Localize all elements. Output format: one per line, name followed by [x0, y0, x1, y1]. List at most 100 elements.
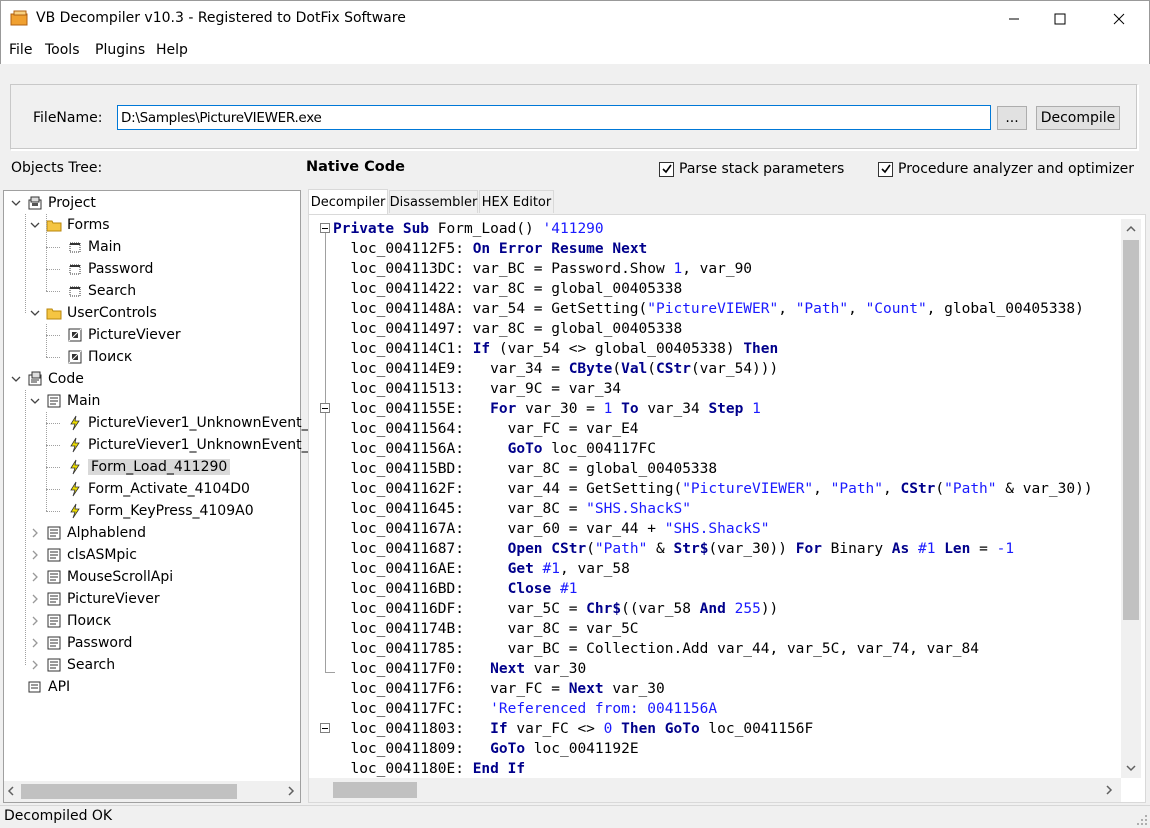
tree-item[interactable]: Main: [67, 236, 121, 258]
tree-item[interactable]: Password: [46, 632, 132, 654]
decompiled-code[interactable]: Private Sub Form_Load() '411290 loc_0041…: [333, 219, 1093, 779]
code-line[interactable]: loc_00411564: var_FC = var_E4: [333, 419, 1093, 439]
tree-item[interactable]: Form_Activate_4104D0: [67, 478, 250, 500]
code-line[interactable]: loc_00411513: var_9C = var_34: [333, 379, 1093, 399]
code-line[interactable]: loc_0041155E: For var_30 = 1 To var_34 S…: [333, 399, 1093, 419]
menu-file[interactable]: File: [9, 42, 32, 58]
code-vertical-scrollbar[interactable]: [1121, 219, 1141, 778]
code-line[interactable]: loc_004114E9: var_34 = CByte(Val(CStr(va…: [333, 359, 1093, 379]
menu-plugins[interactable]: Plugins: [95, 42, 145, 58]
tree-item[interactable]: Search: [67, 280, 136, 302]
chevron-right-icon[interactable]: [30, 638, 40, 648]
tree-item[interactable]: MouseScrollApi: [46, 566, 173, 588]
tree-item[interactable]: Alphablend: [46, 522, 146, 544]
form-icon: [67, 283, 83, 299]
tree-item[interactable]: Password: [67, 258, 153, 280]
filename-input[interactable]: [117, 105, 991, 130]
tree-connector: [46, 423, 60, 424]
tree-item[interactable]: Main: [46, 390, 100, 412]
code-vscroll-thumb[interactable]: [1123, 240, 1139, 620]
tree-item[interactable]: Поиск: [67, 346, 132, 368]
code-horizontal-scrollbar[interactable]: [309, 778, 1121, 802]
code-line[interactable]: loc_004117F0: Next var_30: [333, 659, 1093, 679]
code-line[interactable]: loc_00411809: GoTo loc_0041192E: [333, 739, 1093, 759]
procedure-analyzer-checkbox[interactable]: Procedure analyzer and optimizer: [878, 161, 1134, 177]
fold-collapse-icon[interactable]: [320, 403, 330, 413]
chevron-down-icon[interactable]: [11, 198, 21, 208]
chevron-down-icon[interactable]: [11, 374, 21, 384]
code-line[interactable]: loc_00411422: var_8C = global_00405338: [333, 279, 1093, 299]
objects-tree[interactable]: Project Forms Main Password Search UserContro…: [3, 190, 325, 803]
form-icon: [67, 239, 83, 255]
code-line[interactable]: loc_004112F5: On Error Resume Next: [333, 239, 1093, 259]
tree-item[interactable]: PictureViever: [46, 588, 160, 610]
code-line[interactable]: loc_0041174B: var_8C = var_5C: [333, 619, 1093, 639]
fold-collapse-icon[interactable]: [320, 223, 330, 233]
code-line[interactable]: loc_004116BD: Close #1: [333, 579, 1093, 599]
tree-item[interactable]: PictureViever1_UnknownEvent_A_: [67, 434, 325, 456]
tree-item[interactable]: API: [27, 676, 70, 698]
code-line[interactable]: loc_00411687: Open CStr("Path" & Str$(va…: [333, 539, 1093, 559]
minimize-button[interactable]: [991, 0, 1037, 38]
close-button[interactable]: [1096, 0, 1142, 38]
tree-connector: [46, 357, 60, 358]
code-line[interactable]: loc_0041162F: var_44 = GetSetting("Pictu…: [333, 479, 1092, 499]
chevron-right-icon[interactable]: [30, 572, 40, 582]
code-line[interactable]: loc_004117FC: 'Referenced from: 0041156A: [333, 699, 1093, 719]
tree-item[interactable]: Project: [27, 192, 96, 214]
tree-item[interactable]: PictureViever1_UnknownEvent_9_: [67, 412, 324, 434]
tree-item-label: Поиск: [88, 349, 133, 365]
menu-help[interactable]: Help: [156, 42, 188, 58]
maximize-button[interactable]: [1037, 0, 1083, 38]
code-line[interactable]: loc_0041148A: var_54 = GetSetting("Pictu…: [333, 299, 1093, 319]
parse-stack-checkbox[interactable]: Parse stack parameters: [659, 161, 844, 177]
browse-button[interactable]: ...: [997, 106, 1027, 130]
code-line[interactable]: loc_0041156A: GoTo loc_004117FC: [333, 439, 1093, 459]
code-line[interactable]: loc_004116DF: var_5C = Chr$((var_58 And …: [333, 599, 1093, 619]
tree-item[interactable]: clsASMpic: [46, 544, 137, 566]
fold-collapse-icon[interactable]: [320, 723, 330, 733]
chevron-down-icon[interactable]: [30, 220, 40, 230]
folder-icon: [46, 217, 62, 233]
tab-decompiler[interactable]: Decompiler: [308, 189, 388, 214]
code-line[interactable]: loc_004117F6: var_FC = Next var_30: [333, 679, 1093, 699]
menu-tools[interactable]: Tools: [45, 42, 80, 58]
chevron-right-icon[interactable]: [30, 660, 40, 670]
code-line[interactable]: loc_00411803: If var_FC <> 0 Then GoTo l…: [333, 719, 1093, 739]
tree-horizontal-scrollbar[interactable]: [4, 781, 300, 802]
code-line[interactable]: loc_00411785: var_BC = Collection.Add va…: [333, 639, 1093, 659]
tab-disassembler[interactable]: Disassembler: [389, 190, 478, 213]
tree-item[interactable]: UserControls: [46, 302, 157, 324]
resize-grip-icon[interactable]: [1136, 814, 1148, 826]
code-line[interactable]: loc_004116AE: Get #1, var_58: [333, 559, 1093, 579]
chevron-right-icon[interactable]: [30, 616, 40, 626]
scroll-down-icon: [1126, 765, 1136, 772]
chevron-right-icon[interactable]: [30, 594, 40, 604]
chevron-down-icon[interactable]: [30, 308, 40, 318]
tree-item[interactable]: Forms: [46, 214, 110, 236]
tree-item[interactable]: Code: [27, 368, 84, 390]
chevron-right-icon[interactable]: [30, 528, 40, 538]
tab-hex-editor[interactable]: HEX Editor: [479, 190, 554, 213]
decompile-button[interactable]: Decompile: [1036, 106, 1120, 130]
code-line[interactable]: loc_0041180E: End If: [333, 759, 1093, 779]
tree-item[interactable]: Form_Load_411290: [67, 456, 231, 478]
code-hscroll-thumb[interactable]: [333, 782, 417, 798]
chevron-down-icon[interactable]: [30, 396, 40, 406]
code-line[interactable]: loc_004115BD: var_8C = global_00405338: [333, 459, 1093, 479]
tree-connector: [25, 214, 26, 313]
tree-item[interactable]: Поиск: [46, 610, 111, 632]
chevron-right-icon[interactable]: [30, 550, 40, 560]
tree-item[interactable]: Search: [46, 654, 115, 676]
tree-item[interactable]: Form_KeyPress_4109A0: [67, 500, 254, 522]
code-line[interactable]: loc_00411645: var_8C = "SHS.ShackS": [333, 499, 1093, 519]
tree-item-label: Form_Load_411290: [88, 459, 231, 475]
code-line[interactable]: Private Sub Form_Load() '411290: [333, 219, 1093, 239]
tree-item[interactable]: PictureViever: [67, 324, 181, 346]
code-editor[interactable]: Private Sub Form_Load() '411290 loc_0041…: [308, 214, 1146, 803]
code-line[interactable]: loc_004113DC: var_BC = Password.Show 1, …: [333, 259, 1093, 279]
tree-scroll-thumb[interactable]: [21, 784, 237, 799]
code-line[interactable]: loc_0041167A: var_60 = var_44 + "SHS.Sha…: [333, 519, 1093, 539]
code-line[interactable]: loc_00411497: var_8C = global_00405338: [333, 319, 1093, 339]
code-line[interactable]: loc_004114C1: If (var_54 <> global_00405…: [333, 339, 1093, 359]
